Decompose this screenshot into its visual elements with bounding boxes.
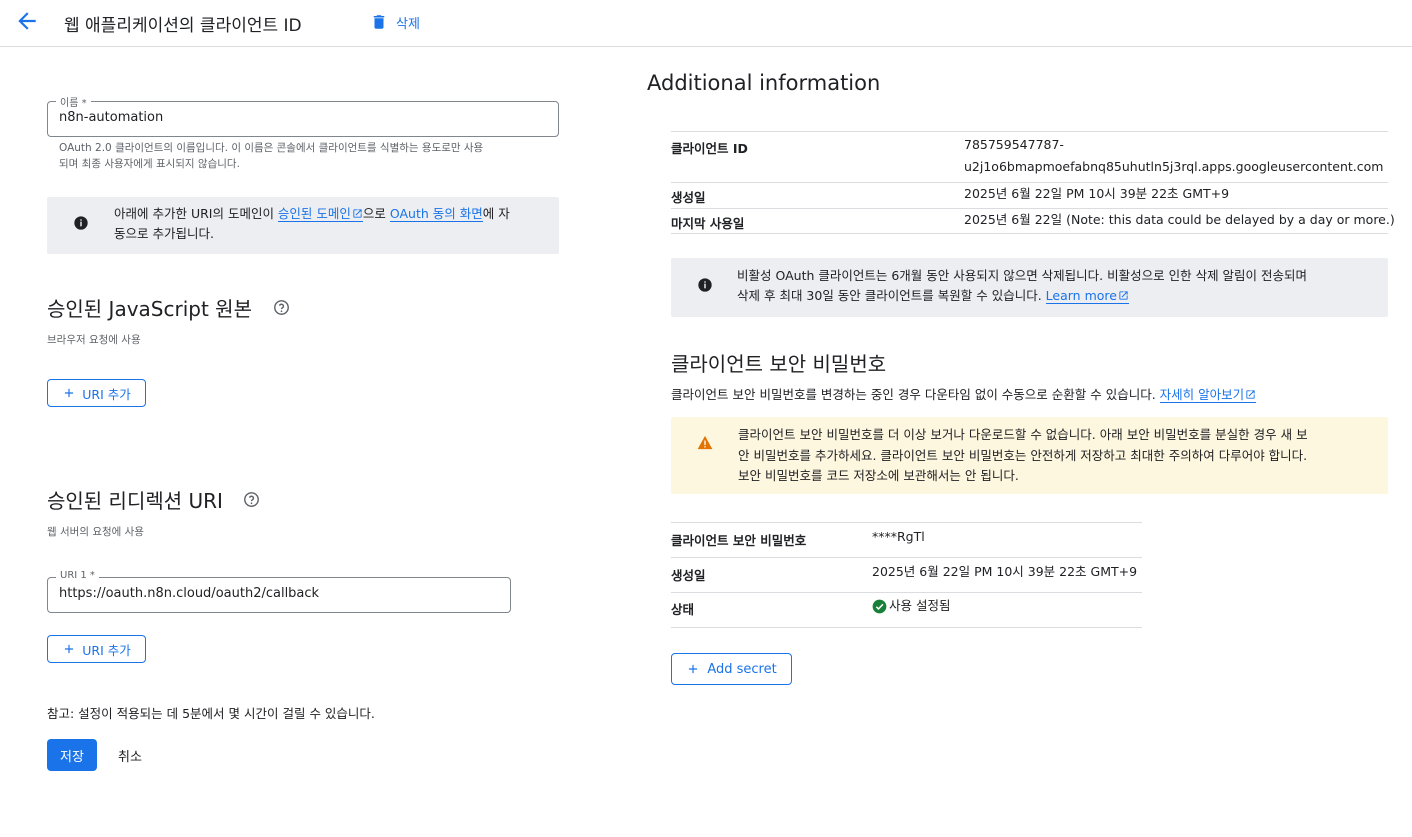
client-secret-title: 클라이언트 보안 비밀번호 bbox=[671, 352, 887, 376]
add-redirect-uri-button[interactable]: URI 추가 bbox=[47, 635, 146, 663]
info-icon bbox=[74, 216, 88, 230]
add-js-origin-button[interactable]: URI 추가 bbox=[47, 379, 146, 407]
trash-icon bbox=[373, 15, 385, 29]
info-value: 2025년 6월 22일 PM 10시 39분 22초 GMT+9 bbox=[964, 186, 1230, 201]
external-link-icon bbox=[353, 209, 362, 218]
top-bar: 웹 애플리케이션의 클라이언트 ID 삭제 bbox=[0, 0, 1412, 47]
info-row-last-used: 마지막 사용일 2025년 6월 22일 (Note: this data co… bbox=[671, 208, 1395, 234]
redirect-uri-field[interactable]: URI 1 * bbox=[47, 570, 511, 613]
redirect-uris-subtitle: 웹 서버의 요청에 사용 bbox=[47, 526, 144, 538]
redirect-uri-field-label: URI 1 * bbox=[56, 570, 99, 581]
secret-status-label: 사용 설정됨 bbox=[889, 598, 951, 613]
name-hint: OAuth 2.0 클라이언트의 이름입니다. 이 이름은 콘솔에서 클라이언트… bbox=[59, 140, 483, 172]
js-origins-title: 승인된 JavaScript 원본 bbox=[47, 297, 252, 321]
arrow-back-icon bbox=[18, 12, 36, 30]
client-id-line1: 785759547787- bbox=[964, 137, 1064, 152]
plus-icon bbox=[65, 388, 74, 398]
info-row-created: 생성일 2025년 6월 22일 PM 10시 39분 22초 GMT+9 bbox=[671, 182, 1388, 208]
name-hint-line2: 되며 최종 사용자에게 표시되지 않습니다. bbox=[59, 158, 240, 170]
external-link-icon bbox=[1119, 291, 1128, 300]
client-id-line2: u2j1o6bmapmoefabnq85uhutln5j3rql.apps.go… bbox=[964, 159, 1384, 174]
help-icon[interactable] bbox=[243, 491, 260, 508]
authorized-domains-link-label: 승인된 도메인 bbox=[277, 206, 351, 221]
client-secret-description: 클라이언트 보안 비밀번호를 변경하는 중인 경우 다운타임 없이 수동으로 순… bbox=[671, 384, 1257, 403]
plus-icon bbox=[689, 664, 698, 674]
js-origins-subtitle: 브라우저 요청에 사용 bbox=[47, 334, 141, 346]
check-circle-icon bbox=[872, 599, 887, 613]
info-key: 클라이언트 ID bbox=[671, 141, 748, 156]
client-secret-description-text: 클라이언트 보안 비밀번호를 변경하는 중인 경우 다운타임 없이 수동으로 순… bbox=[671, 387, 1160, 402]
info-key: 마지막 사용일 bbox=[671, 216, 745, 231]
warning-icon bbox=[697, 435, 713, 450]
redirect-uri-input[interactable] bbox=[59, 586, 475, 601]
settings-note: 참고: 설정이 적용되는 데 5분에서 몇 시간이 걸릴 수 있습니다. bbox=[47, 706, 375, 721]
info-icon bbox=[698, 278, 712, 292]
domain-info-suffix: 에 자 bbox=[482, 206, 510, 221]
secret-warning-text: 클라이언트 보안 비밀번호를 더 이상 보거나 다운로드할 수 없습니다. 아래… bbox=[738, 425, 1308, 487]
secret-status: 사용 설정됨 bbox=[872, 595, 950, 617]
domain-info-text: 아래에 추가한 URI의 도메인이 승인된 도메인 으로 OAuth 동의 화면에… bbox=[114, 204, 554, 244]
domain-info-prefix: 아래에 추가한 URI의 도메인이 bbox=[114, 206, 278, 221]
delete-button[interactable]: 삭제 bbox=[370, 10, 420, 34]
redirect-uris-title: 승인된 리디렉션 URI bbox=[47, 489, 223, 513]
secret-warning-line2: 안 비밀번호를 추가하세요. 클라이언트 보안 비밀번호는 안전하게 저장하고 … bbox=[738, 447, 1308, 463]
secret-warning-line3: 보안 비밀번호를 코드 저장소에 보관해서는 안 됩니다. bbox=[738, 468, 1019, 483]
secret-warning-box: 클라이언트 보안 비밀번호를 더 이상 보거나 다운로드할 수 없습니다. 아래… bbox=[671, 417, 1388, 494]
domain-info-mid: 으로 bbox=[362, 206, 390, 221]
plus-icon bbox=[65, 644, 74, 654]
name-field[interactable]: 이름 * bbox=[47, 94, 559, 137]
learn-more-ko-label: 자세히 알아보기 bbox=[1159, 387, 1245, 402]
domain-info-box: 아래에 추가한 URI의 도메인이 승인된 도메인 으로 OAuth 동의 화면에… bbox=[47, 197, 559, 254]
secret-key: 상태 bbox=[671, 602, 695, 617]
back-button[interactable] bbox=[14, 8, 40, 34]
name-input[interactable] bbox=[59, 110, 518, 125]
add-redirect-uri-label: URI 추가 bbox=[82, 642, 131, 658]
info-key: 생성일 bbox=[671, 190, 706, 205]
cancel-button[interactable]: 취소 bbox=[107, 739, 153, 771]
secret-key: 생성일 bbox=[671, 568, 706, 583]
authorized-domains-link[interactable]: 승인된 도메인 bbox=[277, 206, 363, 222]
add-secret-label: Add secret bbox=[707, 661, 777, 677]
secret-row-value: 클라이언트 보안 비밀번호 ****RgTl bbox=[671, 522, 1142, 557]
help-icon[interactable] bbox=[273, 299, 290, 316]
inactive-notice-box: 비활성 OAuth 클라이언트는 6개월 동안 사용되지 않으면 삭제됩니다. … bbox=[671, 258, 1388, 317]
learn-more-label: Learn more bbox=[1045, 288, 1117, 303]
save-button[interactable]: 저장 bbox=[47, 739, 97, 771]
additional-info-title: Additional information bbox=[647, 71, 881, 95]
add-js-origin-label: URI 추가 bbox=[82, 386, 131, 402]
page-title: 웹 애플리케이션의 클라이언트 ID bbox=[64, 16, 302, 36]
inactive-notice-line1: 비활성 OAuth 클라이언트는 6개월 동안 사용되지 않으면 삭제됩니다. … bbox=[737, 268, 1308, 283]
inactive-notice-text: 비활성 OAuth 클라이언트는 6개월 동안 사용되지 않으면 삭제됩니다. … bbox=[737, 266, 1382, 306]
oauth-consent-link[interactable]: OAuth 동의 화면 bbox=[389, 206, 483, 222]
name-field-label: 이름 * bbox=[56, 94, 91, 109]
learn-more-link-ko[interactable]: 자세히 알아보기 bbox=[1159, 387, 1257, 403]
delete-label: 삭제 bbox=[396, 16, 420, 32]
inactive-notice-line2: 삭제 후 최대 30일 동안 클라이언트를 복원할 수 있습니다. bbox=[737, 288, 1046, 303]
info-row-client-id: 클라이언트 ID 785759547787- u2j1o6bmapmoefabn… bbox=[671, 131, 1388, 182]
domain-info-line2: 동으로 추가됩니다. bbox=[114, 226, 214, 241]
external-link-icon bbox=[1246, 390, 1255, 399]
name-hint-line1: OAuth 2.0 클라이언트의 이름입니다. 이 이름은 콘솔에서 클라이언트… bbox=[59, 142, 484, 154]
info-value: 2025년 6월 22일 (Note: this data could be d… bbox=[964, 212, 1395, 227]
client-id-value: 785759547787- u2j1o6bmapmoefabnq85uhutln… bbox=[964, 134, 1383, 178]
secret-warning-line1: 클라이언트 보안 비밀번호를 더 이상 보거나 다운로드할 수 없습니다. 아래… bbox=[738, 427, 1308, 442]
secret-key: 클라이언트 보안 비밀번호 bbox=[671, 533, 807, 548]
add-secret-button[interactable]: Add secret bbox=[671, 653, 792, 685]
secret-row-created: 생성일 2025년 6월 22일 PM 10시 39분 22초 GMT+9 bbox=[671, 557, 1142, 592]
learn-more-link[interactable]: Learn more bbox=[1045, 288, 1129, 304]
secret-created-value: 2025년 6월 22일 PM 10시 39분 22초 GMT+9 bbox=[872, 564, 1138, 579]
secret-masked-value: ****RgTl bbox=[872, 529, 925, 544]
secret-row-status: 상태 사용 설정됨 bbox=[671, 592, 1142, 628]
